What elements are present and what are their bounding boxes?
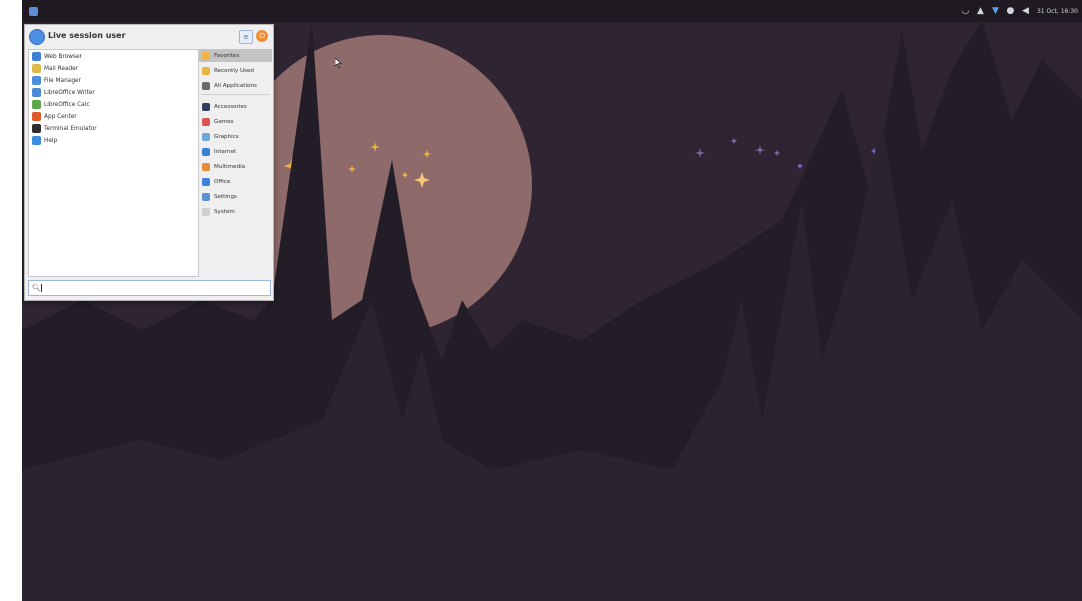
user-avatar xyxy=(29,29,45,45)
whisker-menu-button[interactable] xyxy=(24,0,42,22)
whisker-menu: Live session user ≡ ⏻ Web Browser Mail Re… xyxy=(24,24,274,301)
category-label: Recently Used xyxy=(214,67,254,74)
category-item-5[interactable]: Office xyxy=(199,175,272,188)
top-panel: ◡ ▲ ▼ ● ◀ 31 Oct, 16:30 xyxy=(22,0,1082,22)
app-item-label: File Manager xyxy=(44,77,81,84)
settings-icon: ≡ xyxy=(243,33,249,41)
disk-icon[interactable]: ● xyxy=(1007,6,1015,15)
app-item-label: App Center xyxy=(44,113,77,120)
category-label: System xyxy=(214,208,235,215)
app-item-4[interactable]: LibreOffice Calc xyxy=(29,99,198,110)
category-label: Favorites xyxy=(214,52,240,59)
bell-icon[interactable]: ▲ xyxy=(977,6,984,15)
desktop[interactable]: ◡ ▲ ▼ ● ◀ 31 Oct, 16:30 Live session use… xyxy=(22,0,1082,601)
favorites-list: Web Browser Mail Reader File Manager LibreO… xyxy=(28,49,199,277)
app-item-1[interactable]: Mail Reader xyxy=(29,63,198,74)
category-item-3[interactable]: Internet xyxy=(199,145,272,158)
category-item-1[interactable]: Games xyxy=(199,115,272,128)
volume-icon[interactable]: ◀ xyxy=(1022,6,1029,15)
apps-icon xyxy=(202,81,210,90)
app-item-6[interactable]: Terminal Emulator xyxy=(29,123,198,134)
accessories-icon xyxy=(202,102,210,111)
multimedia-icon xyxy=(202,162,210,171)
internet-icon xyxy=(202,147,210,156)
settings-manager-button[interactable]: ≡ xyxy=(239,30,253,44)
globe-icon xyxy=(32,52,41,61)
category-label: Accessories xyxy=(214,103,247,110)
search-box[interactable]: 🔍︎ xyxy=(28,280,271,296)
app-item-label: Web Browser xyxy=(44,53,82,60)
category-item-4[interactable]: Multimedia xyxy=(199,160,272,173)
star-icon xyxy=(202,51,210,60)
wifi-icon[interactable]: ◡ xyxy=(962,6,970,15)
app-item-label: Help xyxy=(44,137,58,144)
category-separator xyxy=(201,94,270,95)
logout-button[interactable]: ⏻ xyxy=(256,30,268,42)
category-item-t1[interactable]: Recently Used xyxy=(199,64,272,77)
app-item-7[interactable]: Help xyxy=(29,135,198,146)
category-label: Graphics xyxy=(214,133,239,140)
app-item-label: Terminal Emulator xyxy=(44,125,97,132)
clock[interactable]: 31 Oct, 16:30 xyxy=(1037,8,1078,15)
system-icon xyxy=(202,207,210,216)
app-item-2[interactable]: File Manager xyxy=(29,75,198,86)
category-item-t0[interactable]: Favorites xyxy=(199,49,272,62)
search-icon: 🔍︎ xyxy=(32,284,41,292)
username-label: Live session user xyxy=(48,31,126,40)
app-center-icon xyxy=(32,112,41,121)
network-icon[interactable]: ▼ xyxy=(992,6,999,15)
app-item-3[interactable]: LibreOffice Writer xyxy=(29,87,198,98)
app-item-label: LibreOffice Writer xyxy=(44,89,95,96)
app-item-0[interactable]: Web Browser xyxy=(29,51,198,62)
mail-icon xyxy=(32,64,41,73)
category-item-0[interactable]: Accessories xyxy=(199,100,272,113)
category-item-t2[interactable]: All Applications xyxy=(199,79,272,92)
category-label: Internet xyxy=(214,148,237,155)
settings-icon xyxy=(202,192,210,201)
clock-icon xyxy=(202,66,210,75)
app-item-label: LibreOffice Calc xyxy=(44,101,90,108)
system-tray: ◡ ▲ ▼ ● ◀ 31 Oct, 16:30 xyxy=(962,0,1078,22)
xubuntu-logo-icon xyxy=(28,6,38,16)
graphics-icon xyxy=(202,132,210,141)
category-label: Multimedia xyxy=(214,163,246,170)
category-label: All Applications xyxy=(214,82,257,89)
category-label: Office xyxy=(214,178,231,185)
search-input[interactable] xyxy=(41,282,270,294)
category-item-7[interactable]: System xyxy=(199,205,272,218)
help-icon xyxy=(32,136,41,145)
category-label: Settings xyxy=(214,193,237,200)
category-item-6[interactable]: Settings xyxy=(199,190,272,203)
games-icon xyxy=(202,117,210,126)
category-label: Games xyxy=(214,118,234,125)
category-list: Favorites Recently Used All Applications Ac… xyxy=(199,49,272,275)
office-icon xyxy=(202,177,210,186)
terminal-icon xyxy=(32,124,41,133)
app-item-5[interactable]: App Center xyxy=(29,111,198,122)
whisker-header: Live session user ≡ ⏻ xyxy=(25,25,273,49)
folder-icon xyxy=(32,76,41,85)
power-icon: ⏻ xyxy=(259,31,265,40)
category-item-2[interactable]: Graphics xyxy=(199,130,272,143)
mouse-cursor-icon xyxy=(335,58,342,68)
app-item-label: Mail Reader xyxy=(44,65,79,72)
calc-icon xyxy=(32,100,41,109)
writer-icon xyxy=(32,88,41,97)
